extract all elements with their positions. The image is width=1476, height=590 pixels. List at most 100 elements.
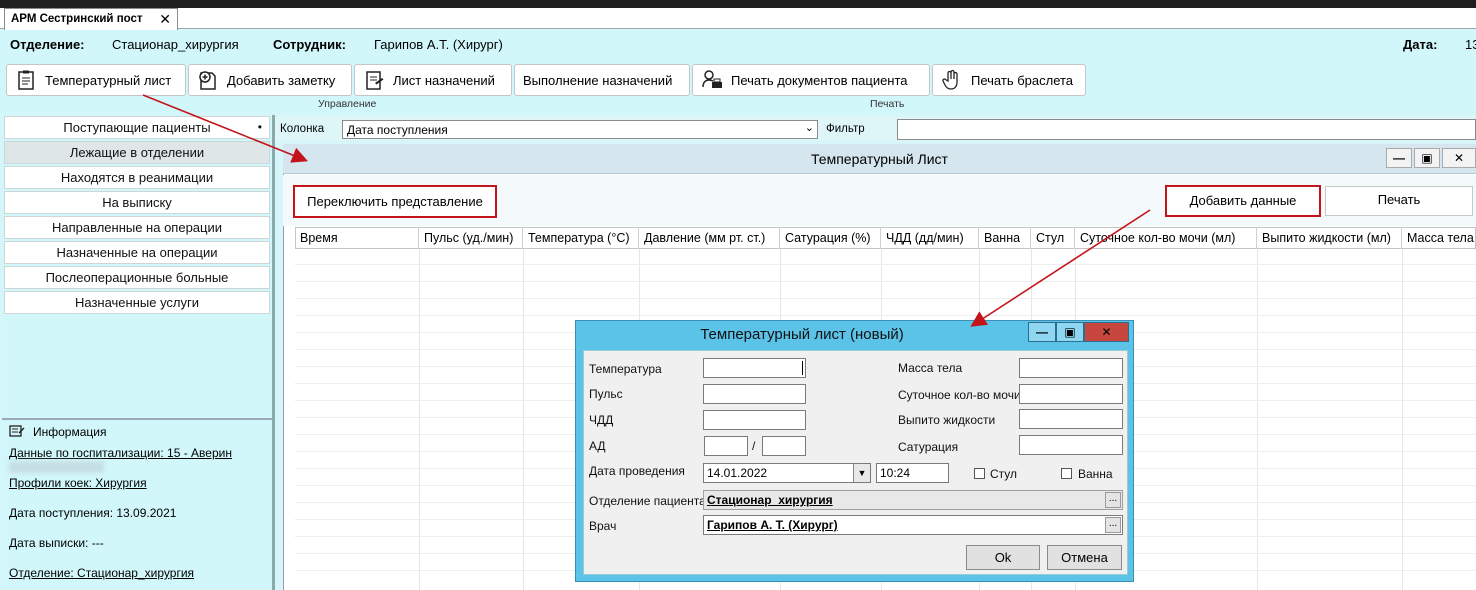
date-value: 13	[1465, 37, 1476, 52]
toggle-view-button[interactable]: Переключить представление	[293, 185, 497, 218]
clipboard-icon	[18, 70, 34, 90]
sidebar-item-inpatients[interactable]: Лежащие в отделении	[4, 141, 270, 164]
saturation-label: Сатурация	[898, 440, 959, 454]
rr-input[interactable]	[703, 410, 806, 430]
prescriptions-exec-button[interactable]: Выполнение назначений	[514, 64, 690, 96]
grid-line	[295, 281, 1476, 282]
sidebar-item-label: Направленные на операции	[51, 220, 223, 235]
minimize-icon[interactable]: —	[1386, 148, 1412, 168]
bp-label: АД	[589, 439, 606, 453]
rr-label: ЧДД	[589, 413, 614, 427]
close-icon[interactable]: ✕	[159, 11, 171, 28]
hospitalization-link[interactable]: Данные по госпитализации: 15 - Аверин	[9, 446, 232, 460]
department-link[interactable]: Отделение: Стационар_хирургия	[9, 566, 194, 580]
saturation-input[interactable]	[1019, 435, 1123, 455]
column-label: Колонка	[280, 123, 325, 135]
bullet-icon: •	[257, 120, 262, 134]
temperature-sheet-label: Температурный лист	[45, 72, 172, 88]
column-header[interactable]: ЧДД (дд/мин)	[881, 227, 979, 249]
sidebar-item-referred-surgery[interactable]: Направленные на операции	[4, 216, 270, 239]
pulse-label: Пульс	[589, 387, 623, 401]
weight-input[interactable]	[1019, 358, 1123, 378]
prescriptions-sheet-button[interactable]: Лист назначений	[354, 64, 512, 96]
column-header[interactable]: Ванна	[979, 227, 1031, 249]
column-header[interactable]: Температура (°C)	[523, 227, 639, 249]
temperature-input[interactable]	[703, 358, 806, 378]
bath-label: Ванна	[1078, 467, 1113, 481]
column-select[interactable]: Дата поступления ⌄	[342, 120, 818, 139]
column-header[interactable]: Сатурация (%)	[780, 227, 881, 249]
close-icon[interactable]: ✕	[1084, 322, 1129, 342]
urine-label: Суточное кол-во мочи	[898, 388, 1021, 402]
date-label: Дата проведения	[589, 464, 685, 478]
column-header[interactable]: Давление (мм рт. ст.)	[639, 227, 780, 249]
pulse-input[interactable]	[703, 384, 806, 404]
urine-input[interactable]	[1019, 384, 1123, 404]
column-header[interactable]: Суточное кол-во мочи (мл)	[1075, 227, 1257, 249]
bed-profiles-link[interactable]: Профили коек: Хирургия	[9, 476, 147, 490]
info-title: Информация	[33, 425, 107, 439]
grid-line	[523, 249, 524, 590]
dropdown-arrow-icon[interactable]: ▼	[853, 464, 870, 482]
grid-line	[295, 264, 1476, 265]
print-bracelet-button[interactable]: Печать браслета	[932, 64, 1086, 96]
bath-checkbox[interactable]	[1061, 468, 1072, 479]
add-data-button[interactable]: Добавить данные	[1165, 185, 1321, 217]
sidebar-item-icu[interactable]: Находятся в реанимации	[4, 166, 270, 189]
column-header[interactable]: Масса тела	[1402, 227, 1476, 249]
department-value: Стационар_хирургия	[112, 37, 239, 52]
department-label: Отделение:	[10, 37, 85, 52]
minimize-icon[interactable]: —	[1028, 322, 1056, 342]
maximize-icon[interactable]: ▣	[1414, 148, 1440, 168]
blurred-patient-name	[9, 461, 104, 473]
hand-icon	[942, 69, 958, 90]
doctor-field[interactable]: Гарипов А. Т. (Хирург)	[703, 515, 1123, 535]
fluid-label: Выпито жидкости	[898, 413, 996, 427]
maximize-icon[interactable]: ▣	[1056, 322, 1084, 342]
sidebar-item-services[interactable]: Назначенные услуги	[4, 291, 270, 314]
column-header[interactable]: Стул	[1031, 227, 1075, 249]
close-icon[interactable]: ✕	[1442, 148, 1476, 168]
column-header[interactable]: Пульс (уд./мин)	[419, 227, 523, 249]
bp-diastolic-input[interactable]	[762, 436, 806, 456]
print-documents-button[interactable]: Печать документов пациента	[692, 64, 930, 96]
window-top-border	[0, 0, 1476, 8]
time-input[interactable]: 10:24	[876, 463, 949, 483]
add-note-button[interactable]: Добавить заметку	[188, 64, 352, 96]
sidebar-item-incoming[interactable]: Поступающие пациенты •	[4, 116, 270, 139]
sidebar-item-discharge[interactable]: На выписку	[4, 191, 270, 214]
print-button[interactable]: Печать	[1325, 186, 1473, 216]
app-tab[interactable]: АРМ Сестринский пост ✕	[4, 8, 178, 30]
date-picker[interactable]: 14.01.2022 ▼	[703, 463, 871, 483]
prescriptions-sheet-label: Лист назначений	[393, 72, 495, 88]
sidebar-item-scheduled-surgery[interactable]: Назначенные на операции	[4, 241, 270, 264]
cancel-button[interactable]: Отмена	[1047, 545, 1122, 570]
bp-separator: /	[752, 439, 756, 453]
fluid-input[interactable]	[1019, 409, 1123, 429]
info-panel	[2, 418, 272, 590]
grid-line	[419, 249, 420, 590]
temperature-sheet-button[interactable]: Температурный лист	[6, 64, 186, 96]
panel-splitter[interactable]	[272, 115, 275, 590]
stool-label: Стул	[990, 467, 1018, 481]
grid-line	[1257, 249, 1258, 590]
ellipsis-icon[interactable]: ...	[1105, 492, 1121, 508]
bp-systolic-input[interactable]	[704, 436, 748, 456]
text-cursor	[802, 361, 803, 375]
filter-label: Фильтр	[826, 123, 865, 135]
sidebar-item-label: Поступающие пациенты	[63, 120, 211, 135]
ok-button[interactable]: Ok	[966, 545, 1040, 570]
sidebar-item-label: Назначенные на операции	[56, 245, 218, 260]
filter-input[interactable]	[897, 119, 1476, 140]
column-header[interactable]: Выпито жидкости (мл)	[1257, 227, 1402, 249]
patient-dept-label: Отделение пациента	[589, 494, 706, 508]
print-bracelet-label: Печать браслета	[971, 72, 1074, 88]
stool-checkbox[interactable]	[974, 468, 985, 479]
ellipsis-icon[interactable]: ...	[1105, 517, 1121, 533]
sidebar-item-postop[interactable]: Послеоперационные больные	[4, 266, 270, 289]
prescriptions-icon	[366, 71, 384, 90]
column-header[interactable]: Время	[295, 227, 419, 249]
add-note-icon	[199, 71, 216, 90]
dialog-title: Температурный лист (новый)	[700, 326, 904, 343]
patient-dept-value: Стационар_хирургия	[707, 493, 833, 507]
